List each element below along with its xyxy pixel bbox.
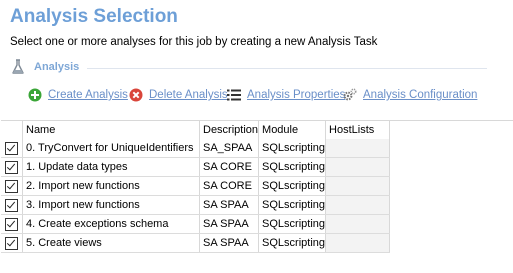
table-row[interactable]: 1. Update data types SA CORE SQLscriptin… — [1, 157, 393, 177]
analysis-toolbar: Create Analysis Delete Analysis Analysis… — [28, 86, 498, 104]
row-name: 2. Import new functions — [22, 176, 200, 196]
delete-analysis-label[interactable]: Delete Analysis — [149, 89, 228, 101]
flask-icon — [12, 59, 24, 74]
checkbox-checked[interactable] — [5, 198, 18, 212]
checkbox-column-header — [1, 121, 23, 139]
row-hostlists — [325, 214, 391, 234]
section-label: Analysis — [34, 61, 80, 73]
checkbox-checked[interactable] — [5, 179, 18, 193]
row-checkbox[interactable] — [1, 157, 23, 177]
page-title: Analysis Selection — [10, 6, 178, 27]
analysis-section-header: Analysis — [11, 59, 491, 77]
row-hostlists — [325, 139, 391, 158]
row-checkbox[interactable] — [1, 176, 23, 196]
row-hostlists — [325, 157, 391, 177]
row-module: SQLscripting — [258, 195, 327, 215]
row-description: SA SPAA — [199, 233, 260, 253]
checkbox-checked[interactable] — [5, 141, 18, 155]
row-module: SQLscripting — [258, 214, 327, 234]
row-module: SQLscripting — [258, 176, 327, 196]
page-subtitle: Select one or more analyses for this job… — [10, 36, 378, 48]
row-module: SQLscripting — [258, 233, 327, 253]
row-name: 4. Create exceptions schema — [22, 214, 200, 234]
row-hostlists — [325, 176, 391, 196]
delete-circle-icon — [129, 88, 143, 102]
analysis-grid: Name Description Module HostLists 0. Try… — [1, 120, 513, 273]
analysis-configuration-label[interactable]: Analysis Configuration — [363, 89, 477, 101]
table-header-row: Name Description Module HostLists — [1, 121, 394, 139]
create-analysis-button[interactable]: Create Analysis — [28, 86, 128, 104]
row-checkbox[interactable] — [1, 195, 23, 215]
plus-circle-icon — [28, 88, 42, 102]
checkbox-checked[interactable] — [5, 217, 18, 231]
analysis-table: Name Description Module HostLists 0. Try… — [1, 121, 394, 253]
analysis-properties-button[interactable]: Analysis Properties — [227, 86, 345, 104]
row-description: SA CORE — [199, 157, 260, 177]
row-module: SQLscripting — [258, 157, 327, 177]
column-header-module[interactable]: Module — [258, 121, 327, 139]
row-module: SQLscripting — [258, 139, 327, 158]
row-name: 0. TryConvert for UniqueIdentifiers — [22, 139, 200, 158]
row-checkbox[interactable] — [1, 139, 23, 158]
table-row[interactable]: 4. Create exceptions schema SA SPAA SQLs… — [1, 214, 393, 234]
delete-analysis-button[interactable]: Delete Analysis — [129, 86, 228, 104]
row-hostlists — [325, 195, 391, 215]
table-row[interactable]: 5. Create views SA SPAA SQLscripting — [1, 233, 393, 253]
analysis-properties-label[interactable]: Analysis Properties — [247, 89, 345, 101]
row-checkbox[interactable] — [1, 233, 23, 253]
table-row[interactable]: 3. Import new functions SA SPAA SQLscrip… — [1, 195, 393, 215]
row-hostlists — [325, 233, 391, 253]
analysis-configuration-button[interactable]: Analysis Configuration — [343, 86, 477, 104]
row-name: 3. Import new functions — [22, 195, 200, 215]
header-filler — [389, 121, 394, 139]
row-description: SA CORE — [199, 176, 260, 196]
list-icon — [227, 89, 241, 101]
table-row[interactable]: 0. TryConvert for UniqueIdentifiers SA_S… — [1, 139, 393, 158]
create-analysis-label[interactable]: Create Analysis — [48, 89, 128, 101]
row-name: 5. Create views — [22, 233, 200, 253]
column-header-name[interactable]: Name — [22, 121, 200, 139]
section-divider — [87, 68, 487, 69]
row-description: SA SPAA — [199, 195, 260, 215]
checkbox-checked[interactable] — [5, 160, 18, 174]
table-row[interactable]: 2. Import new functions SA CORE SQLscrip… — [1, 176, 393, 196]
row-description: SA_SPAA — [199, 139, 260, 158]
gears-icon — [343, 88, 357, 101]
row-checkbox[interactable] — [1, 214, 23, 234]
column-header-description[interactable]: Description — [199, 121, 260, 139]
row-name: 1. Update data types — [22, 157, 200, 177]
checkbox-checked[interactable] — [5, 236, 18, 250]
column-header-hostlists[interactable]: HostLists — [325, 121, 391, 139]
row-description: SA SPAA — [199, 214, 260, 234]
